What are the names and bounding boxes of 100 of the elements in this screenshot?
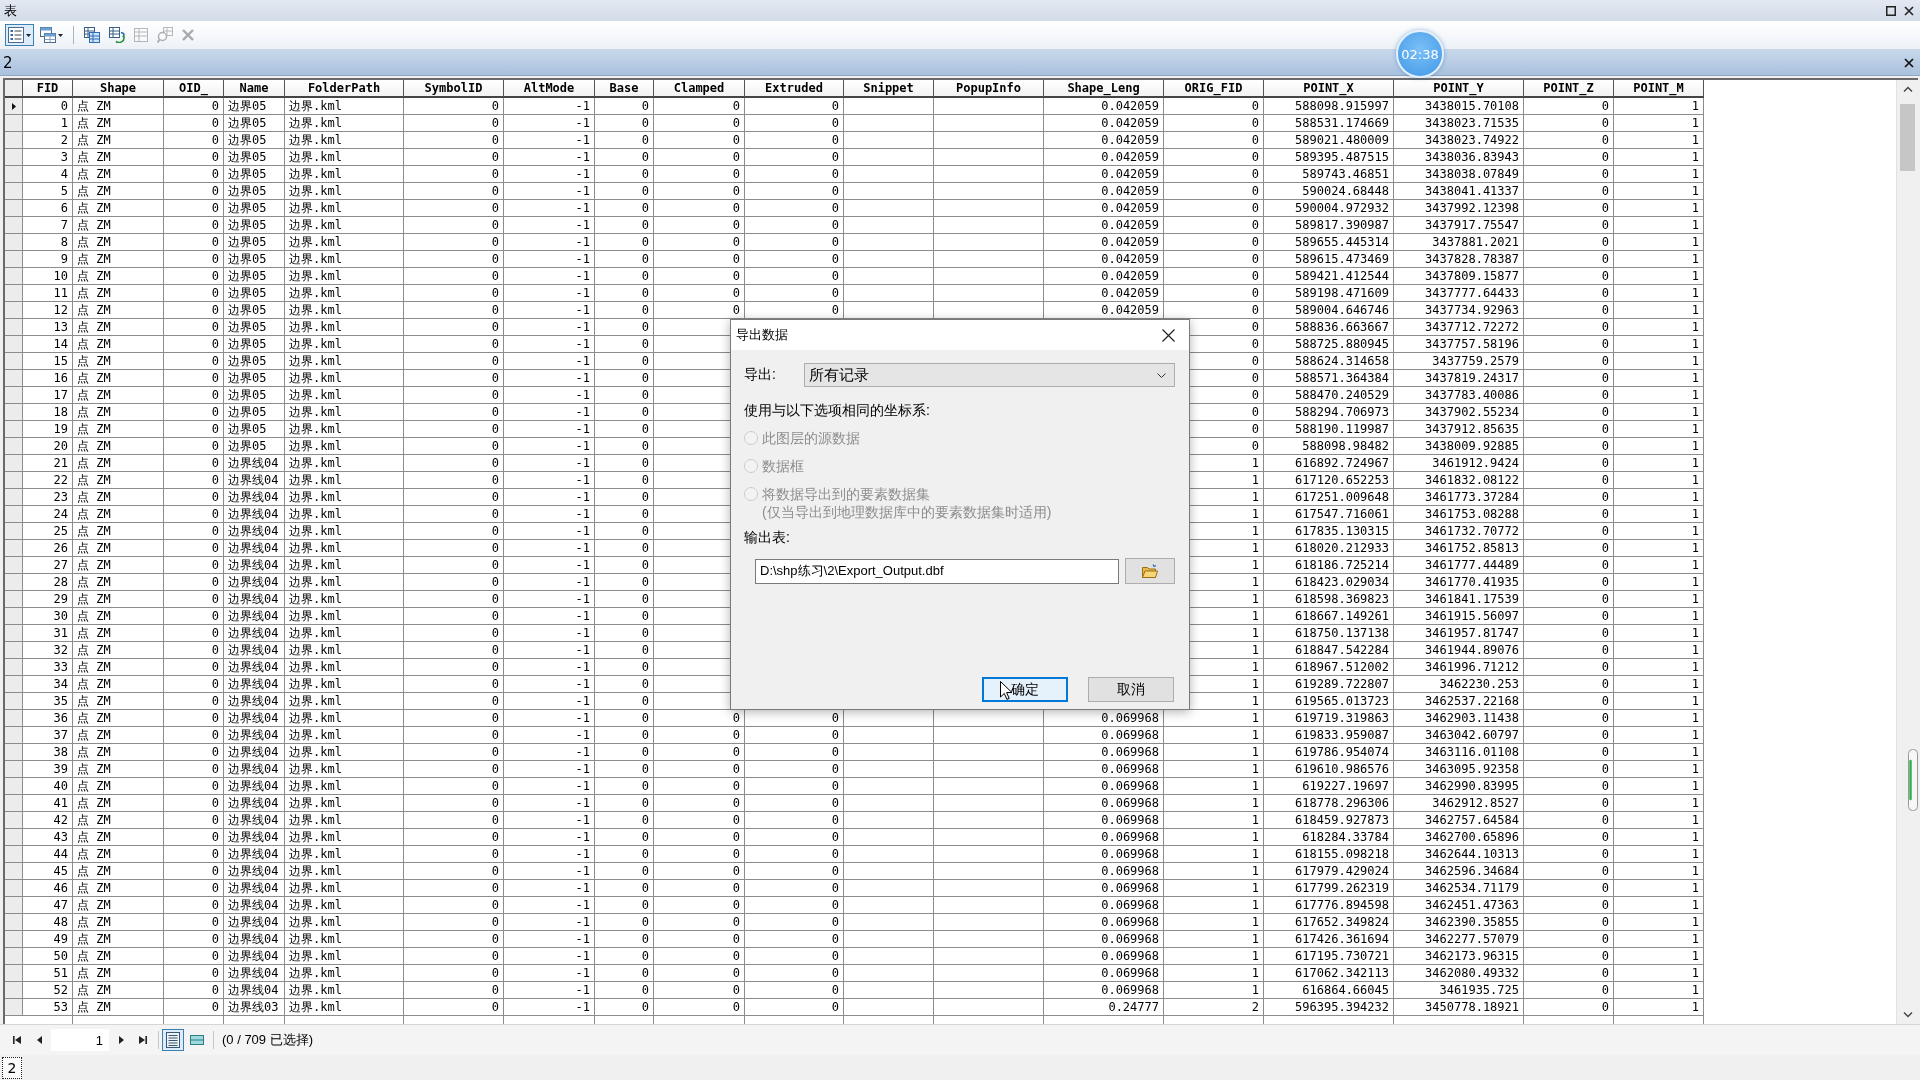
table-cell-text: 3438023.71535	[1424, 115, 1520, 131]
table-cell-text: 0	[731, 710, 741, 726]
page-field[interactable]: 1	[51, 1029, 109, 1051]
table-cell-text: 0.069968	[1100, 812, 1160, 828]
table-cell-text: 边界05	[227, 149, 268, 165]
table-cell-text: 0	[1600, 540, 1610, 556]
column-header[interactable]: Shape_Leng	[1044, 80, 1164, 98]
column-header[interactable]: Extruded	[745, 80, 844, 98]
chevron-up-icon[interactable]	[1902, 86, 1913, 92]
table-cell-text: 0.069968	[1100, 948, 1160, 964]
table-cell-text: 0	[1600, 625, 1610, 641]
coordinate-system-label: 使用与以下选项相同的坐标系:	[744, 401, 931, 419]
table-cell-text: 点 ZM	[76, 880, 112, 896]
maximize-icon[interactable]	[1886, 5, 1896, 16]
close-icon[interactable]	[1904, 57, 1914, 68]
table-cell-text: 51	[52, 965, 69, 981]
table-cell-text: 1	[1690, 625, 1700, 641]
chevron-down-icon[interactable]	[1902, 1012, 1913, 1018]
table-cell-text: 0	[830, 149, 840, 165]
table-cell-text: 0	[490, 234, 500, 250]
table-cell-text: -1	[574, 149, 591, 165]
table-cell-text: 边界线04	[227, 744, 280, 760]
table-cell-text: 616864.66045	[1301, 982, 1390, 998]
table-cell-text: -1	[574, 761, 591, 777]
table-cell-text: 边界.kml	[288, 863, 343, 879]
table-cell-text: 0	[640, 710, 650, 726]
table-cell-text: 边界.kml	[288, 251, 343, 267]
table-cell-text: 0	[830, 795, 840, 811]
close-icon[interactable]	[1162, 328, 1175, 342]
column-header[interactable]: Clamped	[654, 80, 745, 98]
scrollbar-thumb[interactable]	[1900, 104, 1915, 171]
table-cell-text: 0	[210, 761, 220, 777]
table-cell-text: 3437902.55234	[1424, 404, 1520, 420]
table-cell-text: 1	[1250, 693, 1260, 709]
output-table-field[interactable]: D:\shp练习\2\Export_Output.dbf	[755, 558, 1119, 584]
edge-handle-icon[interactable]	[1908, 749, 1918, 811]
table-cell-text: 3463095.92358	[1424, 761, 1520, 777]
column-header[interactable]: FolderPath	[285, 80, 404, 98]
table-cell-text: 点 ZM	[76, 574, 112, 590]
table-cell-text: -1	[574, 421, 591, 437]
table-cell-text: 0	[1600, 404, 1610, 420]
table-cell-text: -1	[574, 829, 591, 845]
table-cell-text: 588624.314658	[1294, 353, 1390, 369]
table-cell-text: 619565.013723	[1294, 693, 1390, 709]
table-cell-text: 0	[210, 659, 220, 675]
close-icon[interactable]	[1904, 5, 1914, 16]
column-header[interactable]: ORIG_FID	[1164, 80, 1264, 98]
table-cell-text: 点 ZM	[76, 404, 112, 420]
table-cell-text: 0	[1600, 200, 1610, 216]
table-cell-text: 1	[1250, 659, 1260, 675]
table-cell-text: 0	[490, 336, 500, 352]
dialog-button[interactable]: 确定	[982, 677, 1068, 702]
table-cell-text: 点 ZM	[76, 149, 112, 165]
toolbar-button[interactable]	[106, 24, 128, 46]
table-cell-text: 3437881.2021	[1431, 234, 1520, 250]
table-cell-text: 1	[1690, 778, 1700, 794]
table-cell-text: 点 ZM	[76, 540, 112, 556]
column-header[interactable]: POINT_Z	[1524, 80, 1614, 98]
column-header[interactable]: OID_	[164, 80, 224, 98]
table-cell-text: 边界05	[227, 217, 268, 233]
column-header[interactable]: POINT_X	[1264, 80, 1394, 98]
column-header[interactable]: AltMode	[504, 80, 595, 98]
column-header[interactable]: Shape	[73, 80, 164, 98]
column-header[interactable]: Base	[595, 80, 654, 98]
table-cell-text: 边界.kml	[288, 727, 343, 743]
column-header[interactable]: POINT_M	[1614, 80, 1704, 98]
table-cell-text: 3462537.22168	[1424, 693, 1520, 709]
export-dropdown[interactable]: 所有记录	[804, 363, 1175, 387]
table-cell-text: 边界.kml	[288, 982, 343, 998]
toolbar-button[interactable]	[81, 24, 103, 46]
table-cell-text: 边界.kml	[288, 183, 343, 199]
column-header[interactable]: SymbolID	[404, 80, 504, 98]
dialog-button[interactable]: 取消	[1088, 677, 1174, 702]
vertical-scrollbar[interactable]	[1896, 80, 1918, 1024]
table-cell-text: 0	[210, 965, 220, 981]
table-tab[interactable]: 2	[2, 1056, 22, 1079]
table-cell-text: 点 ZM	[76, 217, 112, 233]
table-cell-text: 0	[640, 438, 650, 454]
column-header[interactable]: POINT_Y	[1394, 80, 1524, 98]
table-cell-text: 0	[210, 812, 220, 828]
table-cell-text: 0	[490, 268, 500, 284]
table-cell-text: 0	[210, 676, 220, 692]
column-header[interactable]: Name	[224, 80, 285, 98]
table-cell-text: 3462277.57079	[1424, 931, 1520, 947]
table-cell-text: 0	[210, 642, 220, 658]
table-cell-text: 0	[210, 897, 220, 913]
column-header[interactable]: FID	[23, 80, 73, 98]
table-cell-text: 1	[1690, 319, 1700, 335]
table-cell-text: 边界线04	[227, 761, 280, 777]
table-cell-text: 边界.kml	[288, 438, 343, 454]
row-selector[interactable]	[5, 98, 23, 115]
table-cell-text: 0	[731, 829, 741, 845]
column-header[interactable]: PopupInfo	[934, 80, 1044, 98]
toolbar-button[interactable]	[5, 24, 34, 46]
view-toggle-button[interactable]	[162, 1029, 184, 1051]
table-cell-text: 38	[52, 744, 69, 760]
table-cell-text: 0	[490, 540, 500, 556]
browse-button[interactable]	[1125, 558, 1175, 584]
toolbar-button[interactable]	[37, 24, 66, 46]
table-cell-text: 588190.119987	[1294, 421, 1390, 437]
